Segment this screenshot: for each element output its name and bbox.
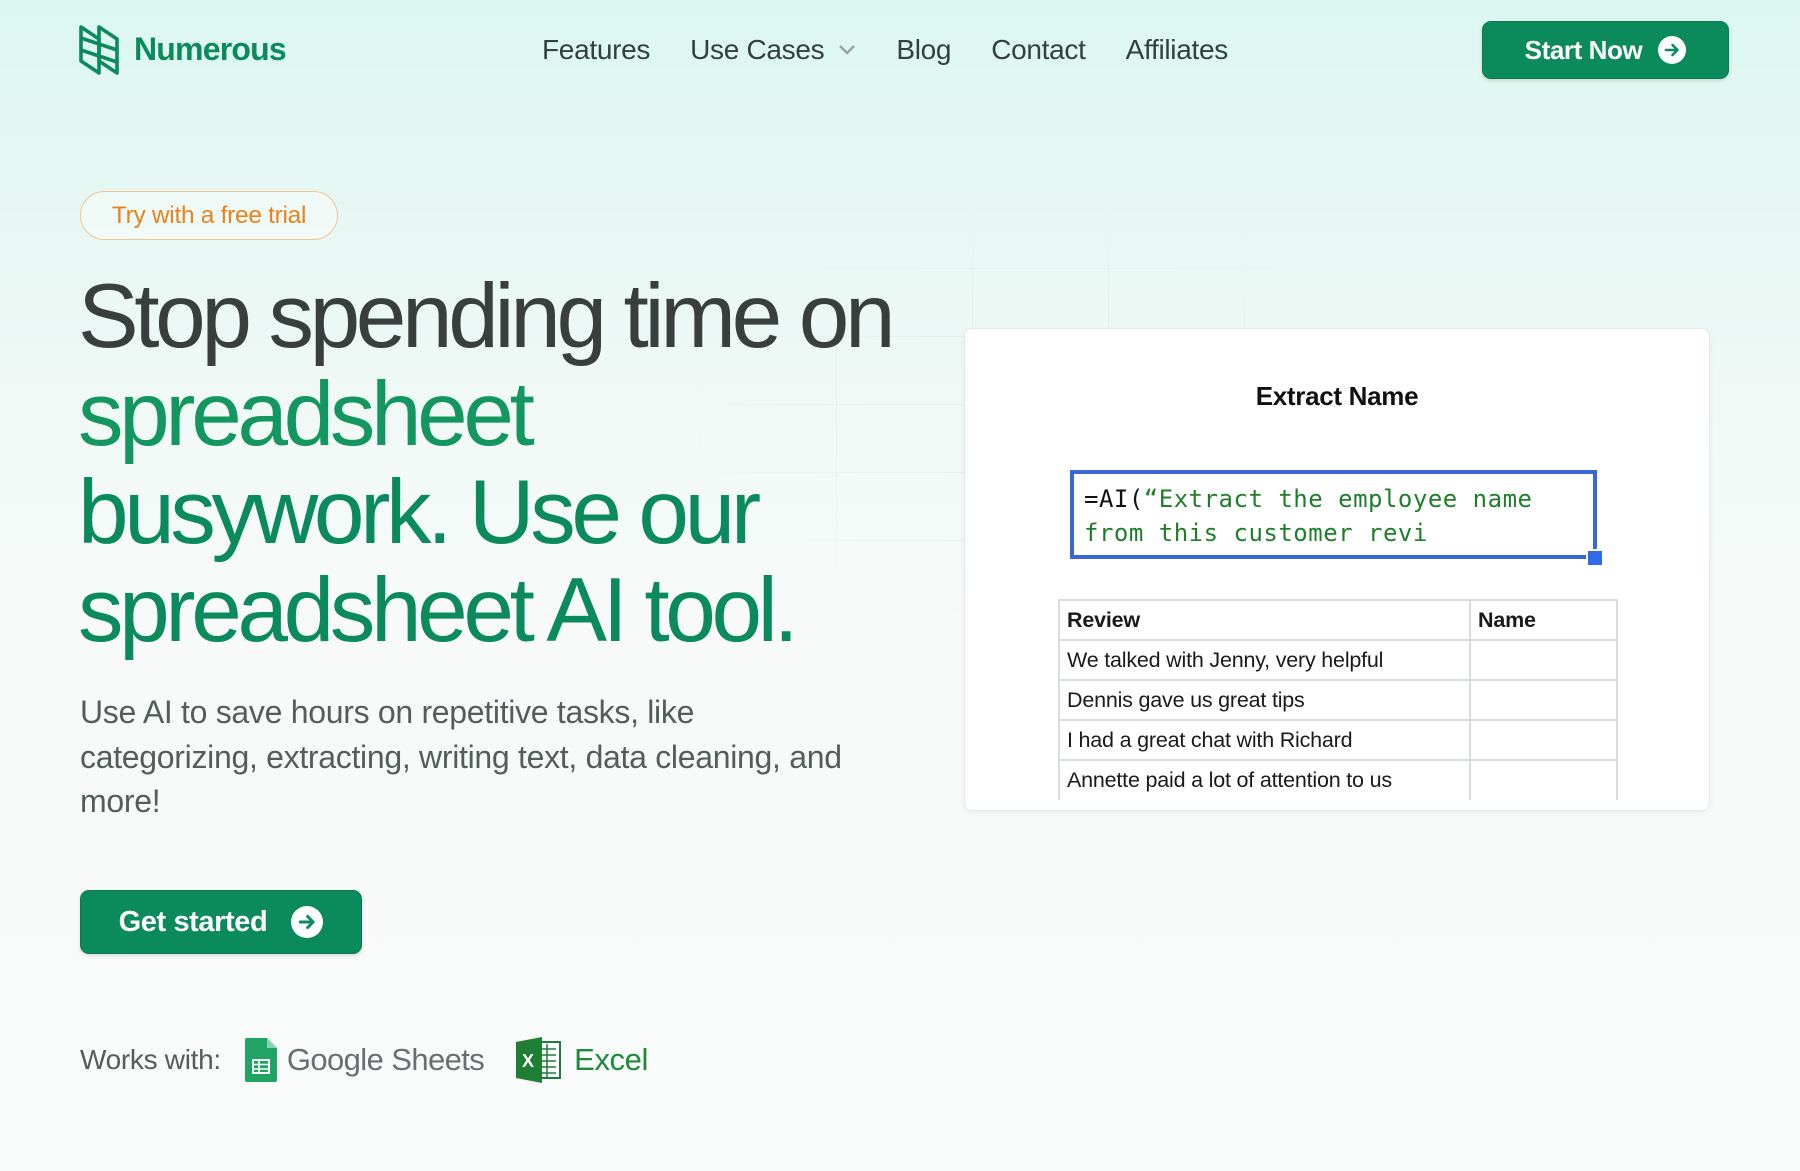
demo-title: Extract Name — [1255, 381, 1419, 411]
excel-label: Excel — [574, 1042, 648, 1077]
demo-card: Extract Name =AI(“Extract the employee n… — [964, 328, 1710, 811]
excel-icon: X — [516, 1037, 562, 1083]
works-with: Works with: Google Sheets X Excel — [80, 1036, 648, 1084]
nav-use-cases-label: Use Cases — [690, 34, 825, 65]
numerous-logo-icon — [79, 25, 119, 75]
formula-prefix: =AI( — [1084, 485, 1144, 513]
google-sheets-label: Google Sheets — [286, 1042, 485, 1077]
svg-text:X: X — [522, 1051, 534, 1071]
header-name: Name — [1469, 599, 1618, 641]
header-review: Review — [1058, 599, 1471, 641]
hero-headline: Stop spending time on spreadsheet busywo… — [78, 268, 898, 660]
formula-text: “Extract the employee name from this cus… — [1084, 485, 1533, 547]
brand-name: Numerous — [134, 30, 287, 67]
review-cell[interactable]: I had a great chat with Richard — [1058, 719, 1471, 761]
formula-cell[interactable]: =AI(“Extract the employee name from this… — [1070, 470, 1597, 559]
review-cell[interactable]: Annette paid a lot of attention to us — [1058, 759, 1471, 800]
review-cell[interactable]: We talked with Jenny, very helpful — [1058, 639, 1471, 681]
nav-features[interactable]: Features — [542, 34, 650, 66]
table-row: Dennis gave us great tips — [1058, 679, 1618, 721]
table-row: We talked with Jenny, very helpful — [1058, 639, 1618, 681]
cell-fill-handle[interactable] — [1586, 549, 1604, 567]
arrow-right-circle-icon — [1658, 36, 1687, 64]
name-cell[interactable] — [1469, 759, 1618, 800]
table-header-row: Review Name — [1058, 599, 1618, 641]
main-nav: Features Use Cases Blog Contact Affiliat… — [542, 30, 1228, 70]
name-cell[interactable] — [1469, 679, 1618, 721]
integration-google-sheets: Google Sheets — [244, 1038, 485, 1082]
free-trial-badge[interactable]: Try with a free trial — [80, 191, 338, 240]
get-started-button[interactable]: Get started — [80, 890, 362, 954]
get-started-label: Get started — [118, 905, 268, 938]
nav-affiliates[interactable]: Affiliates — [1126, 34, 1229, 66]
name-cell[interactable] — [1469, 719, 1618, 761]
nav-blog[interactable]: Blog — [896, 34, 951, 66]
hero-subtitle: Use AI to save hours on repetitive tasks… — [80, 694, 842, 819]
works-with-label: Works with: — [80, 1044, 221, 1075]
table-row: Annette paid a lot of attention to us — [1058, 759, 1618, 800]
table-row: I had a great chat with Richard — [1058, 719, 1618, 761]
headline-part-1: Stop spending time on — [78, 266, 896, 367]
review-cell[interactable]: Dennis gave us great tips — [1058, 679, 1471, 721]
arrow-right-circle-icon — [291, 906, 324, 938]
nav-contact[interactable]: Contact — [991, 34, 1086, 66]
start-now-label: Start Now — [1524, 34, 1643, 65]
name-cell[interactable] — [1469, 639, 1618, 681]
nav-use-cases[interactable]: Use Cases — [690, 34, 856, 66]
review-table: Review Name We talked with Jenny, very h… — [1058, 599, 1618, 800]
headline-part-3: busywork. Use our spreadsheet AI tool. — [78, 462, 799, 661]
headline-highlight: spreadsheet — [78, 364, 535, 465]
google-sheets-icon — [244, 1038, 277, 1082]
chevron-down-icon — [839, 45, 856, 55]
start-now-button[interactable]: Start Now — [1482, 21, 1729, 79]
integration-excel: X Excel — [516, 1037, 648, 1083]
logo[interactable]: Numerous — [78, 23, 287, 75]
